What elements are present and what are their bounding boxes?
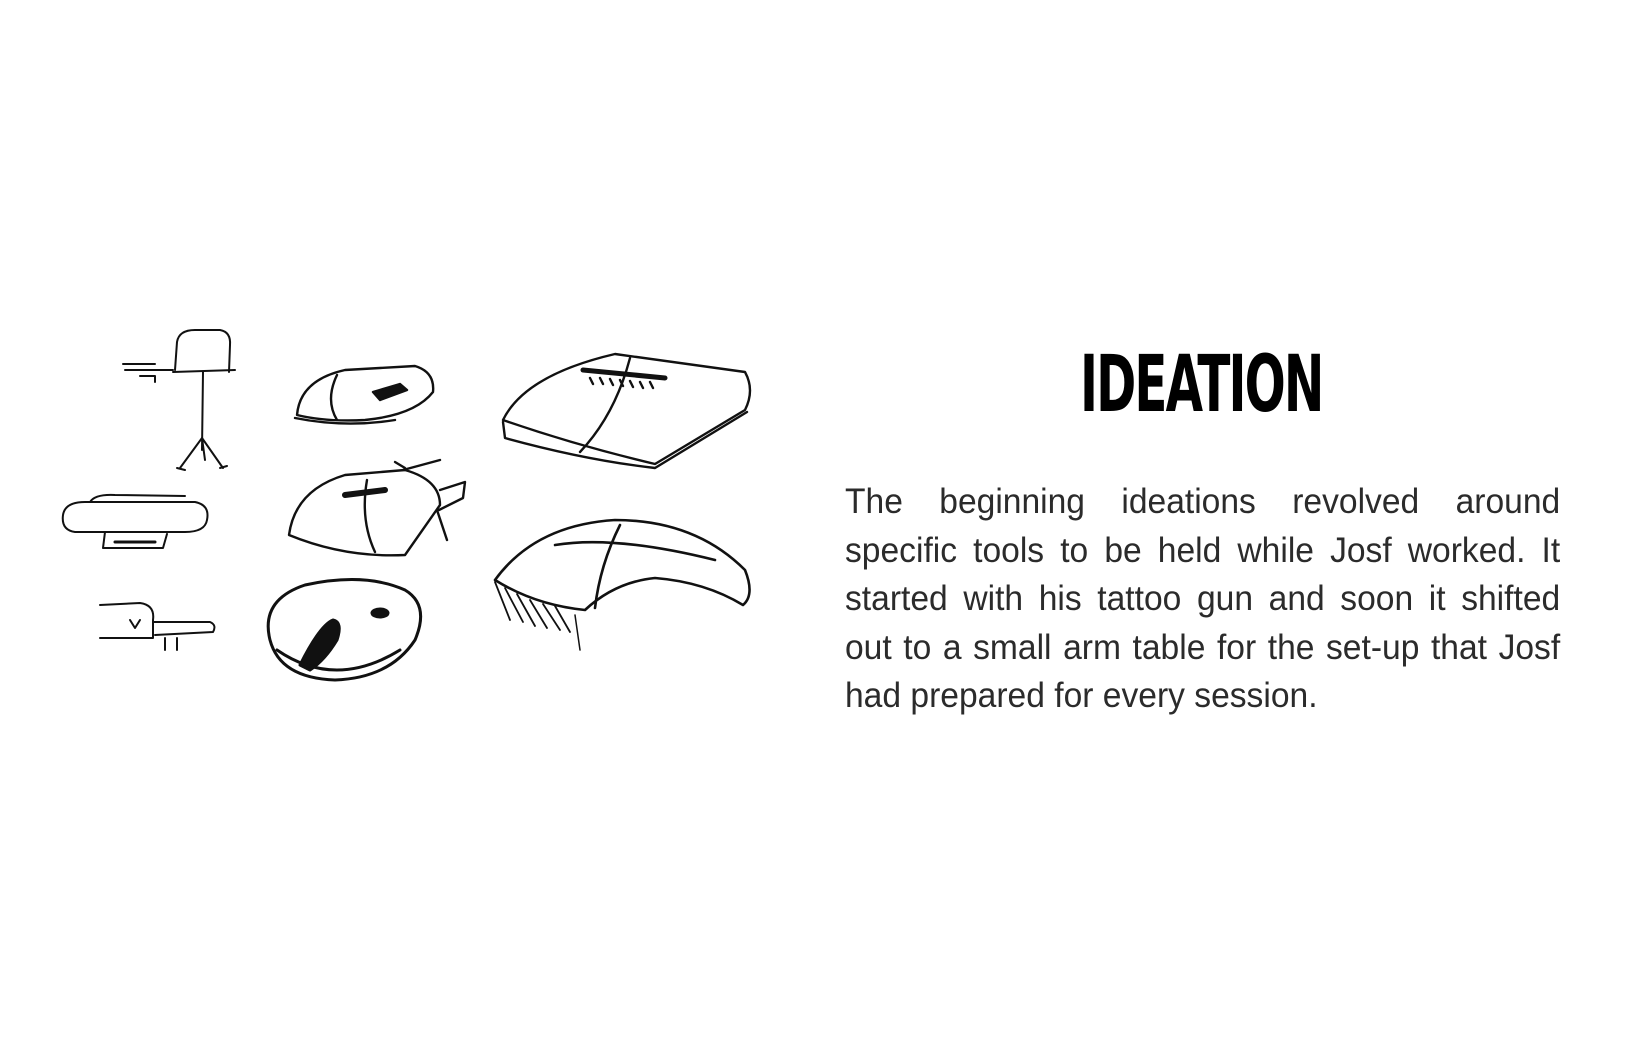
sketch-oval-pad [266,578,423,682]
sketch-arm-rest [99,602,216,651]
page-title: IDEATION [1080,340,1324,430]
ideation-sketches [55,320,795,720]
body-paragraph: The beginning ideations revolved around … [845,482,1561,715]
sketch-rounded-cushion [493,518,751,651]
sketches-drawing [61,329,752,682]
sketch-pad-with-arm [287,458,467,557]
sketch-flat-tray [61,493,209,549]
sketch-tripod-stand [122,329,236,471]
sketch-large-cushion [501,352,752,470]
sketch-small-pad [293,364,435,425]
